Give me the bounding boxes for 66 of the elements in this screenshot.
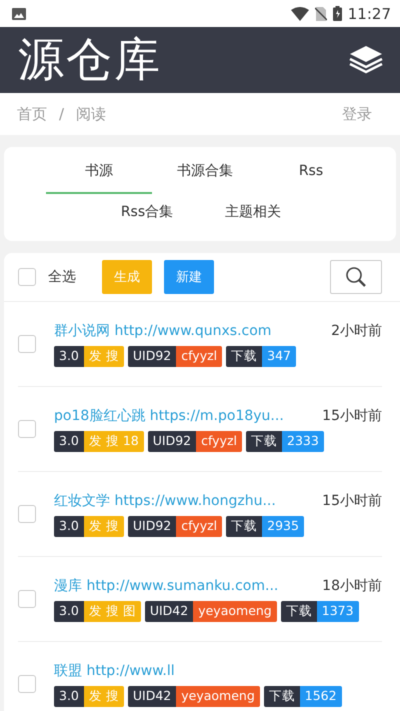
author-tag: cfyyzl	[176, 346, 222, 366]
feature-tag: 发 搜 18	[84, 430, 144, 452]
download-tag: 下载	[226, 516, 262, 536]
breadcrumb-link[interactable]: 首页	[17, 104, 47, 124]
author-tag: yeyaomeng	[193, 600, 277, 622]
time-label: 2小时前	[331, 322, 382, 340]
checkbox[interactable]	[18, 268, 36, 286]
clock-time: 11:27	[348, 4, 391, 22]
layers-icon[interactable]	[348, 44, 384, 76]
generate-button[interactable]: 生成	[102, 260, 152, 294]
uid-tag: UID92	[148, 430, 196, 452]
feature-tag: 发 搜 图	[84, 600, 141, 622]
time-label: 18小时前	[322, 576, 382, 594]
download-count: 347	[262, 346, 296, 366]
download-count: 1562	[300, 686, 342, 706]
download-count: 2935	[262, 516, 304, 536]
version-tag: 3.0	[54, 686, 84, 706]
author-tag: cfyyzl	[176, 516, 222, 536]
select-all-label: 全选	[48, 268, 76, 286]
search-icon	[345, 266, 367, 288]
download-tag: 下载	[246, 430, 282, 452]
tab[interactable]: Rss合集	[94, 194, 200, 235]
breadcrumb-link[interactable]: 阅读	[76, 104, 106, 124]
breadcrumb-separator: /	[59, 105, 64, 123]
source-link[interactable]: 漫库 http://www.sumanku.com...	[54, 576, 278, 594]
source-link[interactable]: 红妆文学 https://www.hongzhu...	[54, 492, 276, 510]
checkbox[interactable]	[18, 420, 36, 438]
time-label: 15小时前	[322, 406, 382, 424]
source-link[interactable]: 群小说网 http://www.qunxs.com	[54, 322, 272, 340]
tab[interactable]: Rss	[258, 153, 364, 194]
new-button[interactable]: 新建	[164, 260, 214, 294]
battery-icon	[332, 6, 342, 21]
uid-tag: UID92	[128, 346, 176, 366]
download-tag: 下载	[226, 346, 262, 366]
download-tag: 下载	[264, 686, 300, 706]
app-title: 源仓库	[18, 31, 163, 88]
wifi-icon	[290, 6, 309, 20]
tab[interactable]: 主题相关	[200, 194, 306, 235]
version-tag: 3.0	[54, 346, 84, 366]
feature-tag: 发 搜	[84, 686, 124, 706]
version-tag: 3.0	[54, 430, 84, 452]
download-count: 1373	[316, 600, 359, 622]
time-label: 15小时前	[322, 492, 382, 510]
download-tag: 下载	[280, 600, 317, 622]
tab[interactable]: 书源	[46, 153, 152, 194]
version-tag: 3.0	[54, 600, 84, 622]
login-link[interactable]: 登录	[342, 104, 372, 124]
checkbox[interactable]	[18, 590, 36, 608]
uid-tag: UID92	[128, 516, 176, 536]
uid-tag: UID42	[128, 686, 176, 706]
version-tag: 3.0	[54, 516, 84, 536]
checkbox[interactable]	[18, 505, 36, 523]
source-link[interactable]: 联盟 http://www.ll	[54, 662, 175, 680]
checkbox[interactable]	[18, 675, 36, 693]
uid-tag: UID42	[144, 600, 194, 622]
download-count: 2333	[282, 430, 324, 452]
checkbox[interactable]	[18, 335, 36, 353]
source-link[interactable]: po18脸红心跳 https://m.po18yu...	[54, 406, 284, 424]
search-button[interactable]	[330, 260, 382, 294]
no-sim-icon	[314, 6, 327, 20]
author-tag: yeyaomeng	[176, 686, 260, 706]
tab[interactable]: 书源合集	[152, 153, 258, 194]
image-icon	[12, 8, 26, 20]
feature-tag: 发 搜	[84, 516, 124, 536]
author-tag: cfyyzl	[196, 430, 242, 452]
feature-tag: 发 搜	[84, 346, 124, 366]
